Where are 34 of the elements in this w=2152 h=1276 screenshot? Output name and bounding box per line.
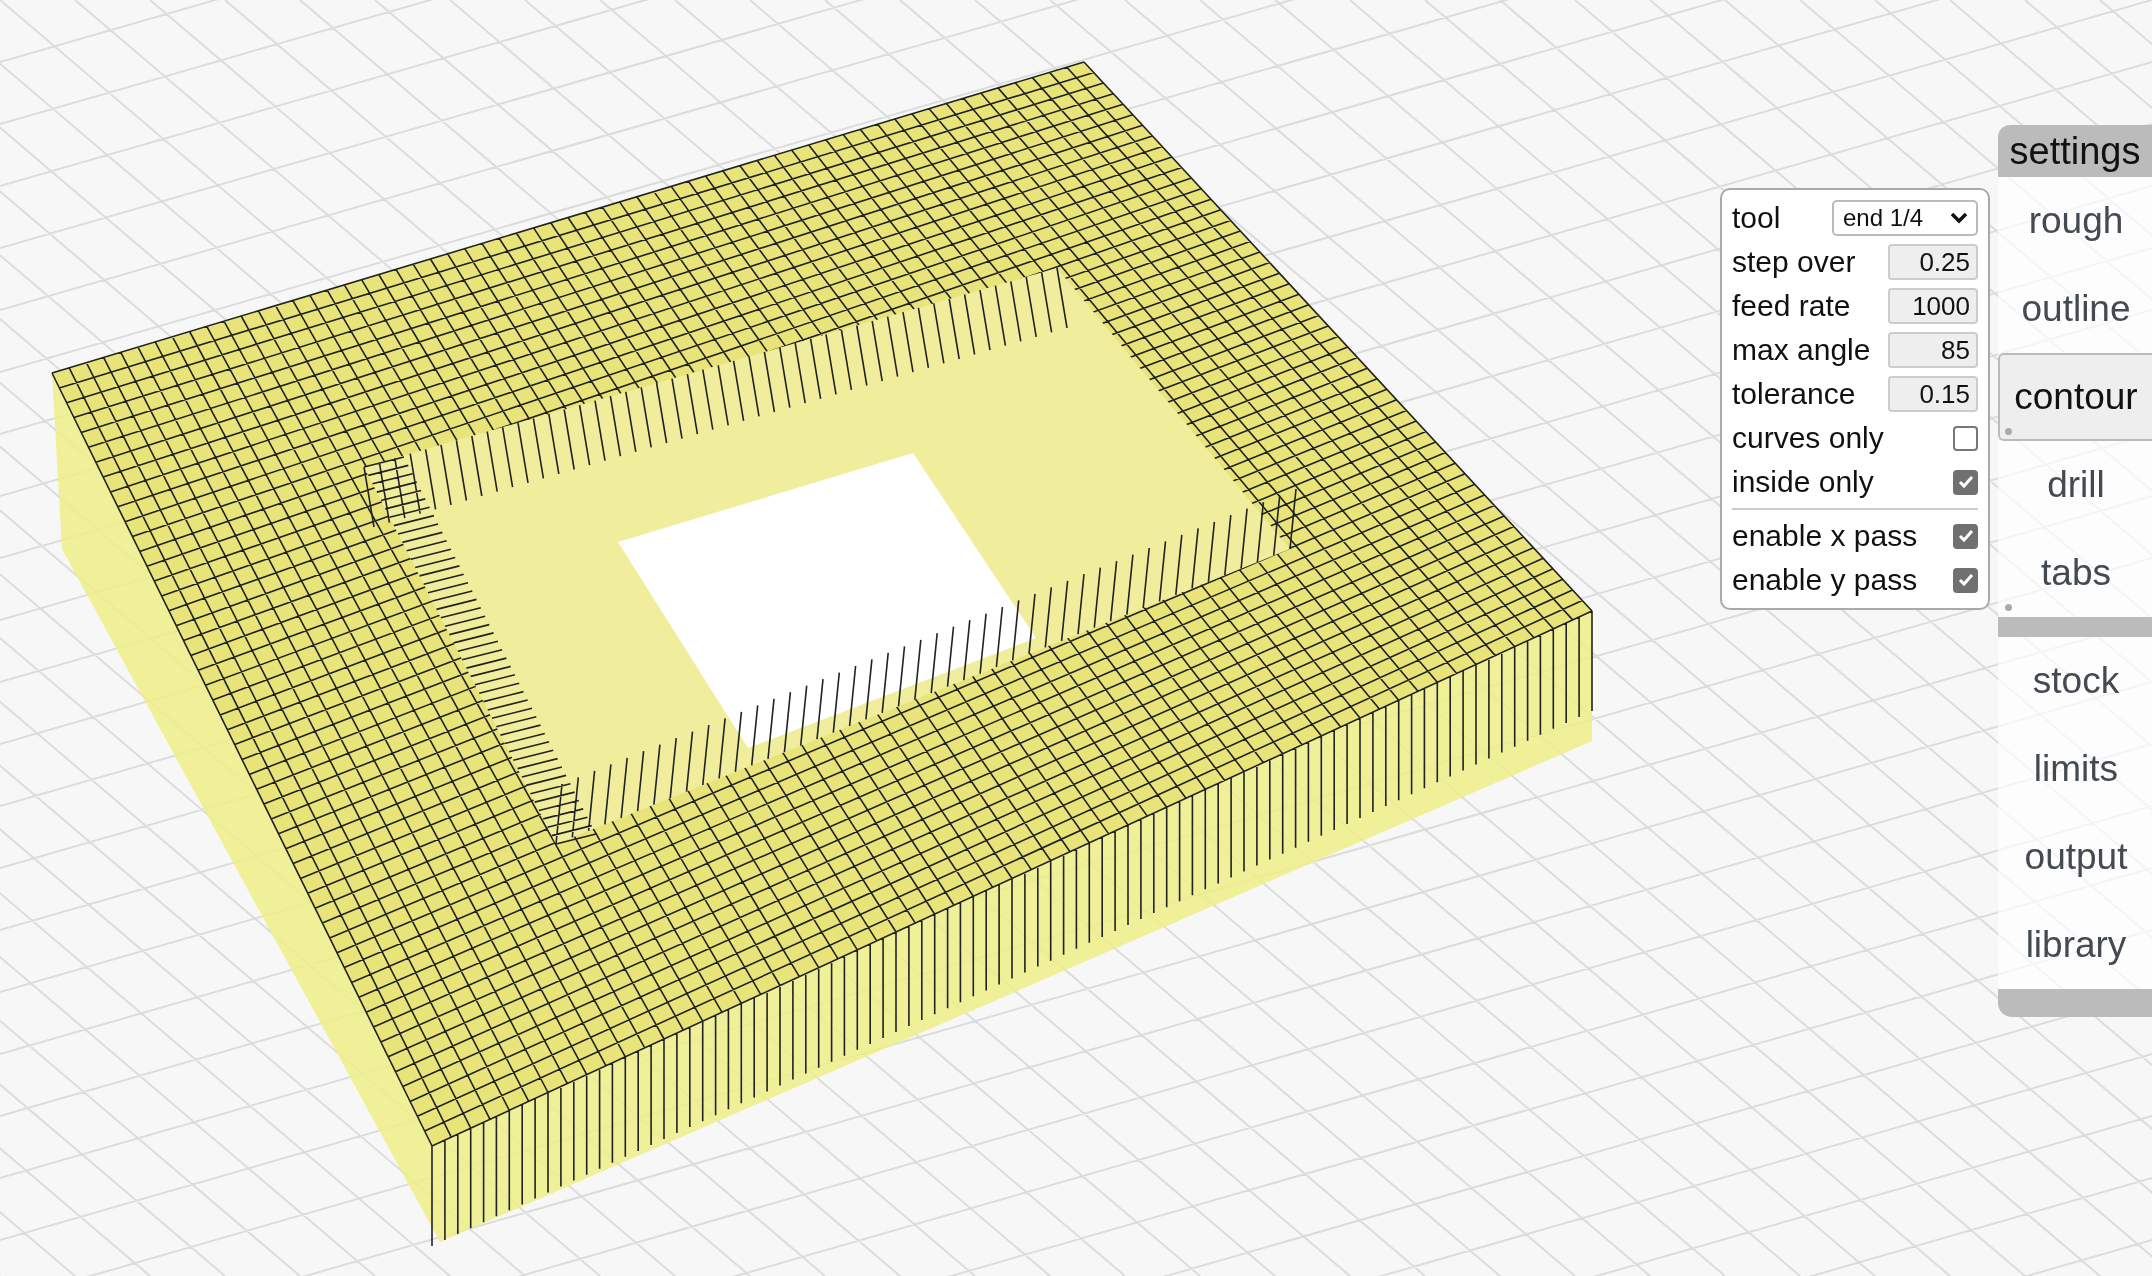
field-label: feed rate [1732, 289, 1851, 323]
checkmark-icon [1957, 573, 1974, 587]
menu-item[interactable]: outline [1998, 265, 2152, 353]
menu-item[interactable]: stock [1998, 637, 2152, 725]
checkbox[interactable] [1953, 523, 1978, 549]
indicator-dot-icon [2005, 604, 2012, 611]
number-field[interactable]: 0.25 [1888, 244, 1978, 280]
field-label: curves only [1732, 421, 1884, 455]
menu-item[interactable]: limits [1998, 725, 2152, 813]
field-label: enable x pass [1732, 519, 1918, 553]
chevron-down-icon [1950, 212, 1968, 224]
menu-item[interactable]: output [1998, 813, 2152, 901]
field-label: tolerance [1732, 377, 1856, 411]
menu-item[interactable]: rough [1998, 177, 2152, 265]
menu-item[interactable]: contour [1998, 353, 2152, 441]
number-field[interactable]: 0.15 [1888, 376, 1978, 412]
indicator-dot-icon [2005, 428, 2012, 435]
field-label: max angle [1732, 333, 1871, 367]
menu-title: settings [1998, 125, 2152, 177]
checkbox[interactable] [1953, 469, 1978, 495]
menu-item[interactable]: tabs [1998, 529, 2152, 617]
tool-select[interactable]: end 1/4 [1832, 200, 1978, 236]
checkbox[interactable] [1953, 567, 1978, 593]
checkmark-icon [1957, 475, 1974, 489]
field-label: inside only [1732, 465, 1874, 499]
number-field[interactable]: 1000 [1888, 288, 1978, 324]
menu-item[interactable]: library [1998, 901, 2152, 989]
checkbox[interactable] [1953, 425, 1978, 451]
field-label: step over [1732, 245, 1856, 279]
number-field[interactable]: 85 [1888, 332, 1978, 368]
field-label: enable y pass [1732, 563, 1918, 597]
menu-item[interactable]: drill [1998, 441, 2152, 529]
field-label: tool [1732, 201, 1781, 235]
checkmark-icon [1957, 529, 1974, 543]
